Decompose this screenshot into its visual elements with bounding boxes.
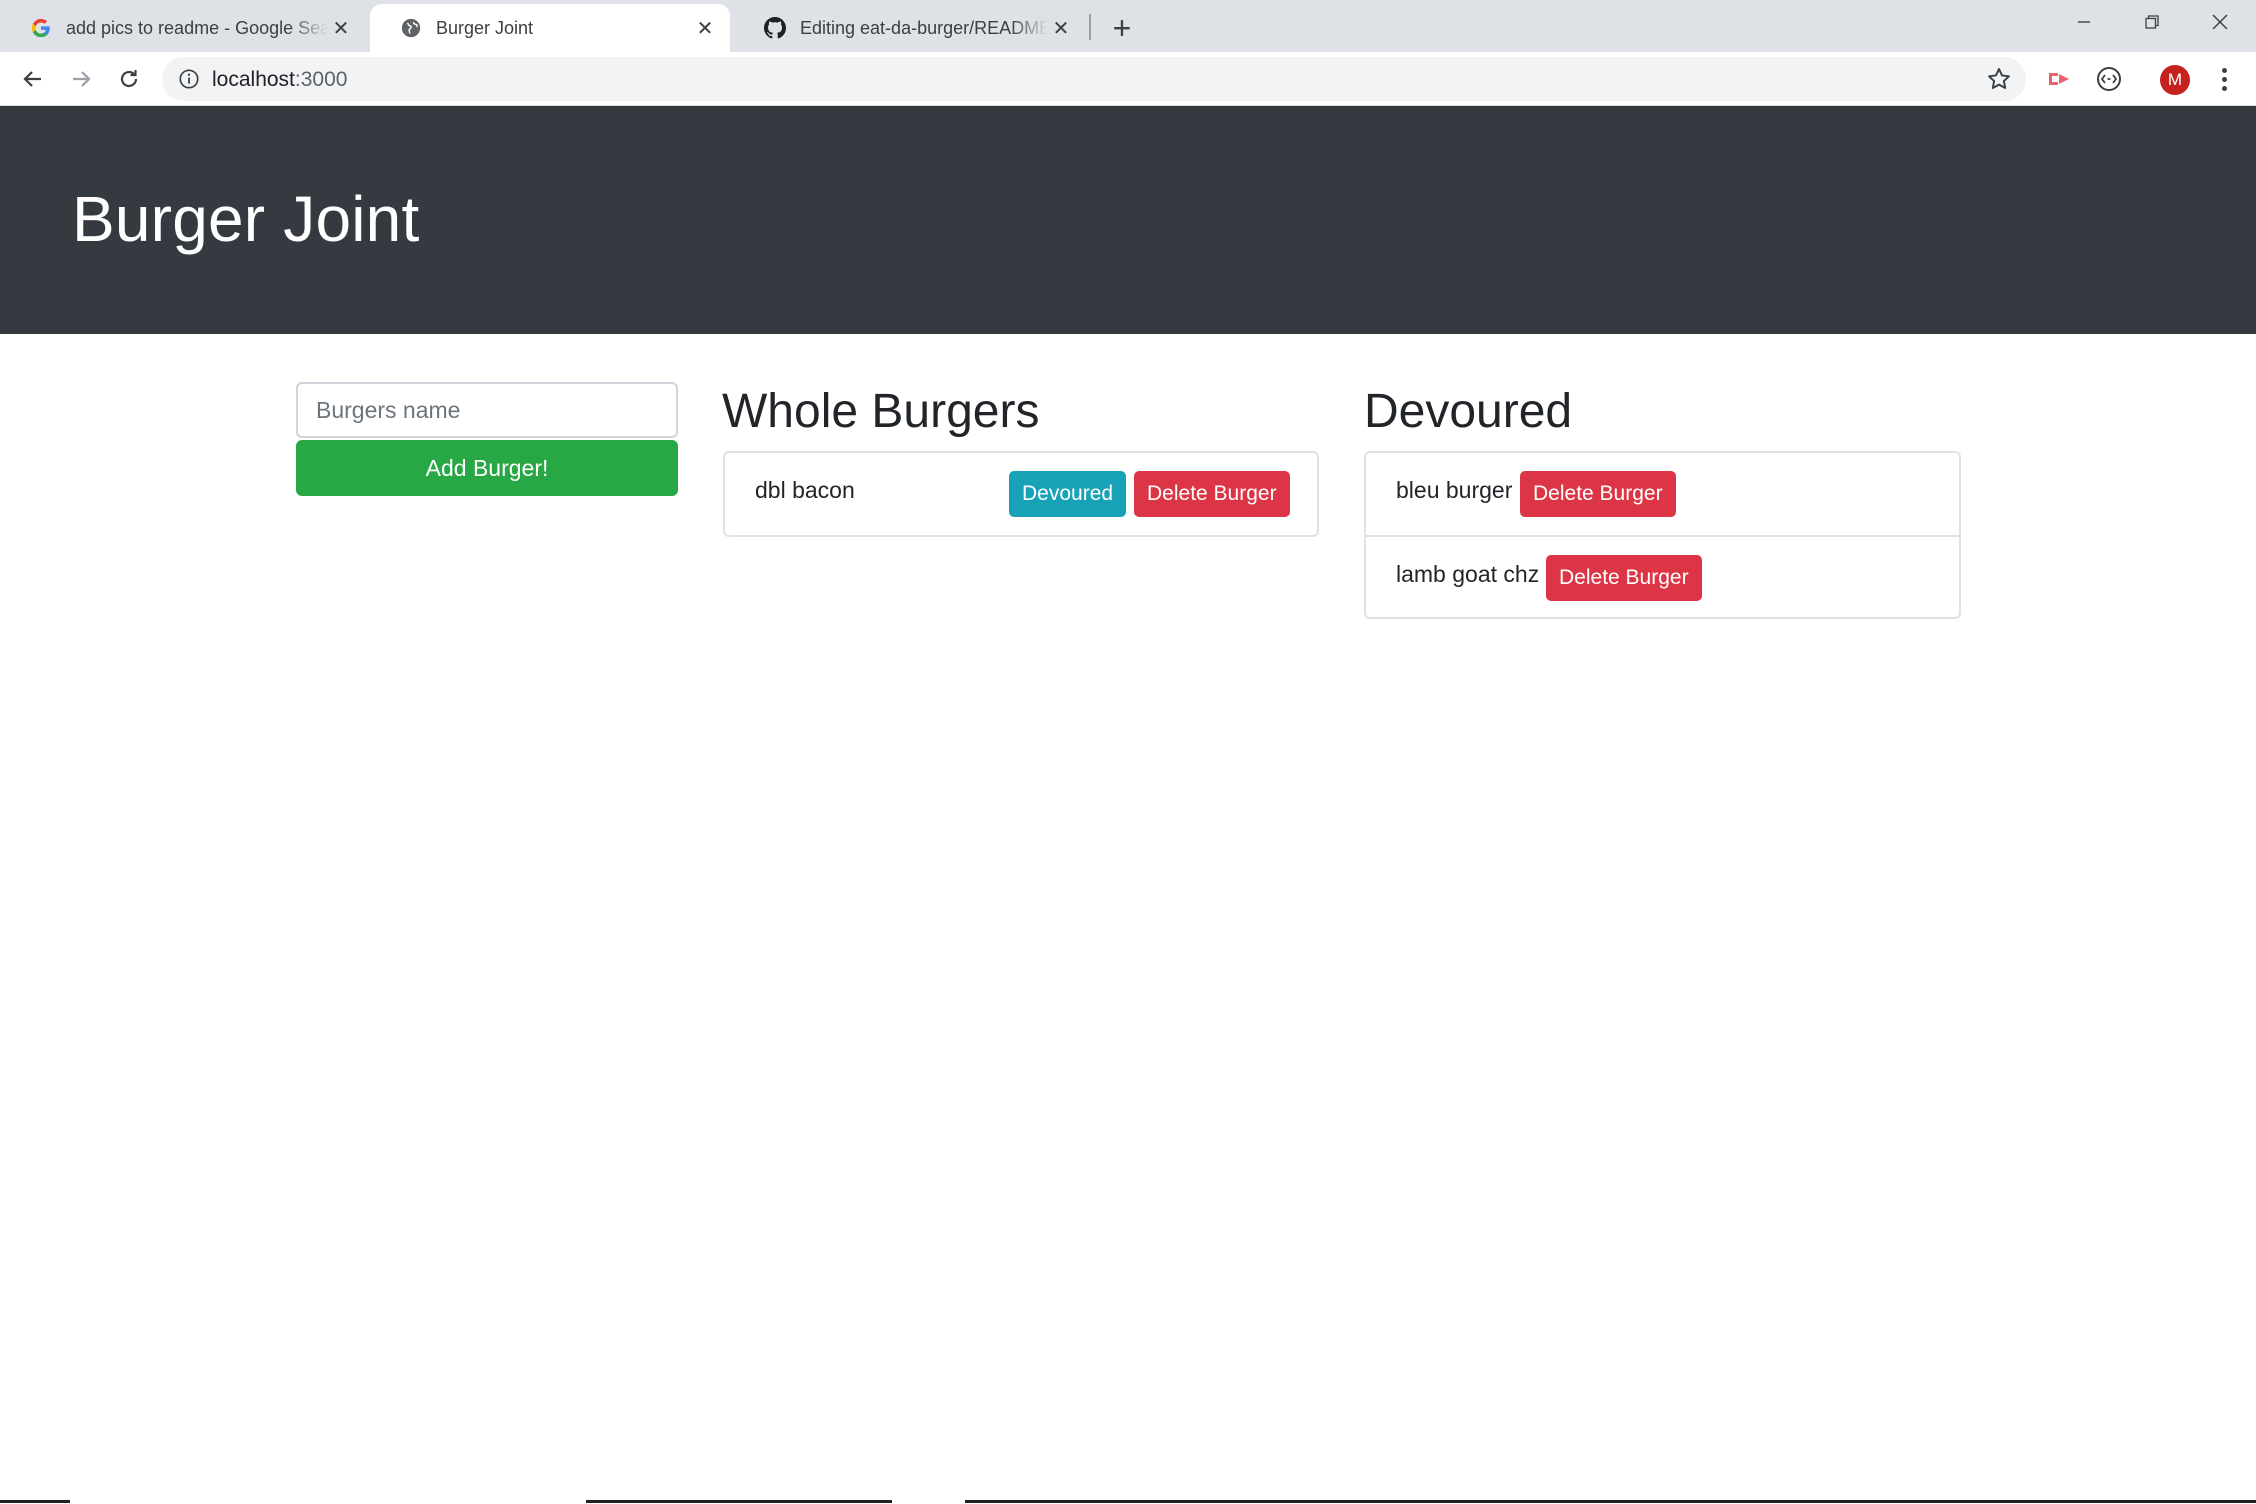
profile-avatar[interactable]: M <box>2160 65 2190 95</box>
whole-burgers-list: dbl bacon Devoured Delete Burger <box>723 451 1319 537</box>
delete-burger-button[interactable]: Delete Burger <box>1546 555 1702 601</box>
url-port: :3000 <box>294 68 348 91</box>
close-window-button[interactable] <box>2186 0 2254 44</box>
burger-name: dbl bacon <box>755 477 855 503</box>
tab-title: add pics to readme - Google Search <box>66 17 328 38</box>
delete-burger-button[interactable]: Delete Burger <box>1134 471 1290 517</box>
arrow-left-icon <box>23 71 41 87</box>
browser-menu-icon[interactable] <box>2212 64 2236 94</box>
minimize-icon <box>2078 21 2090 23</box>
browser-tab-strip: add pics to readme - Google Search ✕ Bur… <box>0 0 2256 52</box>
info-icon[interactable] <box>178 68 200 90</box>
globe-icon <box>400 17 422 39</box>
tab-separator <box>1089 14 1091 40</box>
list-item: dbl bacon Devoured Delete Burger <box>725 453 1317 535</box>
tab-google-search[interactable]: add pics to readme - Google Search ✕ <box>0 4 366 52</box>
cast-extension-icon[interactable] <box>2044 64 2074 94</box>
burger-name-input[interactable] <box>296 382 678 438</box>
tab-github-readme[interactable]: Editing eat-da-burger/README.md ✕ <box>734 4 1086 52</box>
close-icon[interactable]: ✕ <box>328 15 354 41</box>
restore-icon <box>2145 15 2159 29</box>
devoured-heading: Devoured <box>1364 385 1573 438</box>
tab-title: Editing eat-da-burger/README.md <box>800 17 1048 38</box>
close-icon[interactable]: ✕ <box>1048 15 1074 41</box>
new-tab-button[interactable]: + <box>1106 12 1138 44</box>
restore-button[interactable] <box>2118 0 2186 44</box>
add-burger-button[interactable]: Add Burger! <box>296 440 678 496</box>
extension-icon[interactable] <box>2094 64 2124 94</box>
close-icon[interactable]: ✕ <box>692 15 718 41</box>
devour-button[interactable]: Devoured <box>1009 471 1127 517</box>
github-icon <box>764 17 786 39</box>
list-item: lamb goat chz Delete Burger <box>1366 535 1959 617</box>
burger-name: bleu burger <box>1396 477 1513 503</box>
taskbar-edge <box>0 1500 2256 1504</box>
page-title: Burger Joint <box>72 183 420 255</box>
arrow-right-icon <box>73 71 91 87</box>
devoured-list: bleu burger Delete Burger lamb goat chz … <box>1364 451 1961 619</box>
delete-burger-button[interactable]: Delete Burger <box>1520 471 1676 517</box>
reload-icon <box>120 70 138 88</box>
address-bar[interactable]: localhost:3000 <box>162 57 2026 101</box>
browser-toolbar: localhost:3000 M <box>0 52 2256 106</box>
bookmark-star-icon[interactable] <box>1986 66 2012 92</box>
google-g-icon <box>30 17 52 39</box>
list-item: bleu burger Delete Burger <box>1366 453 1959 535</box>
url-host: localhost <box>212 68 295 91</box>
minimize-button[interactable] <box>2050 0 2118 44</box>
reload-button[interactable] <box>110 60 148 98</box>
back-button[interactable] <box>14 60 52 98</box>
url-text: localhost:3000 <box>212 68 347 92</box>
whole-burgers-heading: Whole Burgers <box>722 385 1040 438</box>
forward-button[interactable] <box>62 60 100 98</box>
tab-title: Burger Joint <box>436 17 534 38</box>
page-header: Burger Joint <box>0 106 2256 334</box>
close-icon <box>2212 14 2228 30</box>
tab-burger-joint[interactable]: Burger Joint ✕ <box>370 4 730 52</box>
burger-name: lamb goat chz <box>1396 561 1540 587</box>
